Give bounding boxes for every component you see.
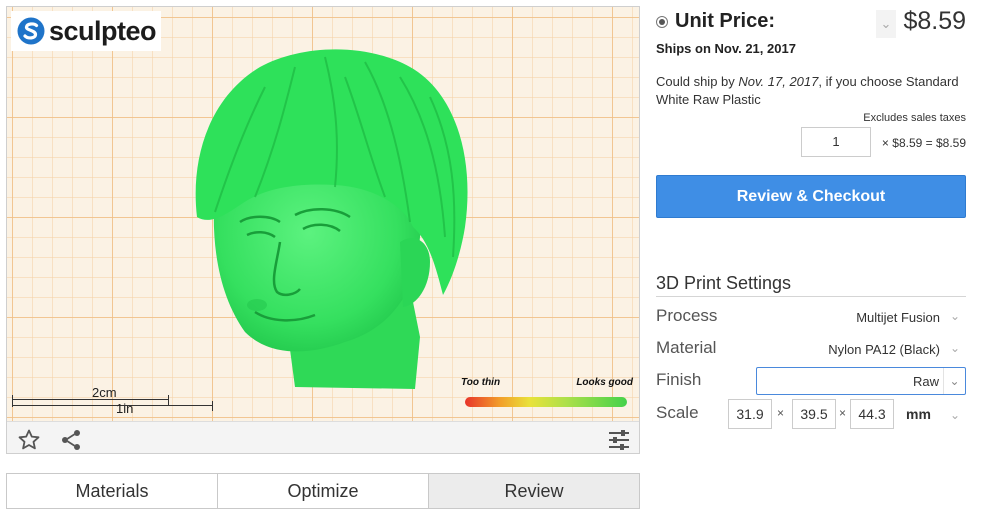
- order-panel: Unit Price: ⌄ $8.59 Ships on Nov. 21, 20…: [656, 0, 968, 513]
- thickness-gradient-bar: [465, 397, 627, 407]
- ruler-imperial-line: [12, 405, 212, 406]
- ship-date: Ships on Nov. 21, 2017: [656, 41, 796, 56]
- finish-value: Raw: [912, 374, 939, 389]
- share-icon[interactable]: [59, 428, 83, 452]
- price-formula: × $8.59 = $8.59: [881, 136, 966, 150]
- unit-price-radio[interactable]: [656, 16, 668, 28]
- material-label: Material: [656, 338, 717, 357]
- unit-select[interactable]: mm: [906, 406, 931, 422]
- star-icon[interactable]: [17, 428, 41, 452]
- 3d-model-head[interactable]: [185, 37, 475, 397]
- finish-select[interactable]: Raw ⌄: [756, 367, 966, 395]
- alt-ship-date: Nov. 17, 2017: [738, 74, 819, 89]
- material-select[interactable]: Nylon PA12 (Black): [828, 342, 940, 357]
- tab-optimize[interactable]: Optimize: [218, 474, 429, 508]
- times-sign: ×: [839, 406, 847, 420]
- ruler-tick: [168, 395, 169, 405]
- unit-price-value: $8.59: [903, 7, 966, 35]
- legend-looks-good-label: Looks good: [576, 377, 633, 388]
- sculpteo-logo-icon: [17, 17, 45, 45]
- review-checkout-button[interactable]: Review & Checkout: [656, 175, 966, 218]
- alternative-ship-note: Could ship by Nov. 17, 2017, if you choo…: [656, 73, 968, 109]
- scale-x-input[interactable]: 31.9: [728, 399, 772, 429]
- ruler-tick: [212, 401, 213, 411]
- times-sign: ×: [777, 406, 785, 420]
- tab-review[interactable]: Review: [429, 474, 639, 508]
- chevron-down-icon[interactable]: ⌄: [876, 10, 896, 38]
- chevron-down-icon[interactable]: ⌄: [943, 368, 965, 394]
- scale-ruler: 2cm 1in: [12, 385, 217, 425]
- viewer-toolbar: [7, 421, 639, 453]
- quantity-input[interactable]: 1: [801, 127, 871, 157]
- step-tabs: Materials Optimize Review: [6, 473, 640, 509]
- print-settings-title: 3D Print Settings: [656, 273, 966, 297]
- process-select[interactable]: Multijet Fusion: [856, 310, 940, 325]
- chevron-down-icon[interactable]: ⌄: [946, 403, 964, 427]
- process-label: Process: [656, 306, 718, 325]
- brand-name: sculpteo: [49, 15, 157, 46]
- ruler-metric-line: [12, 399, 168, 400]
- thickness-legend: Too thin Looks good: [461, 377, 633, 411]
- alt-ship-prefix: Could ship by: [656, 74, 739, 89]
- unit-price-row: Unit Price: ⌄ $8.59: [656, 6, 968, 40]
- scale-z-input[interactable]: 44.3: [850, 399, 894, 429]
- chevron-down-icon[interactable]: ⌄: [946, 304, 964, 328]
- chevron-down-icon[interactable]: ⌄: [946, 336, 964, 360]
- scale-label: Scale: [656, 403, 699, 422]
- legend-too-thin-label: Too thin: [461, 377, 501, 388]
- ruler-metric-label: 2cm: [92, 385, 117, 400]
- ruler-imperial-label: 1in: [116, 401, 134, 416]
- sliders-icon[interactable]: [607, 428, 631, 452]
- finish-label: Finish: [656, 370, 702, 389]
- model-viewer[interactable]: sculpteo 2cm 1in Too thin Looks good: [6, 6, 640, 454]
- tab-materials[interactable]: Materials: [7, 474, 218, 508]
- tax-note: Excludes sales taxes: [863, 112, 966, 124]
- scale-y-input[interactable]: 39.5: [792, 399, 836, 429]
- unit-price-label: Unit Price:: [675, 10, 776, 32]
- brand-logo: sculpteo: [11, 11, 161, 51]
